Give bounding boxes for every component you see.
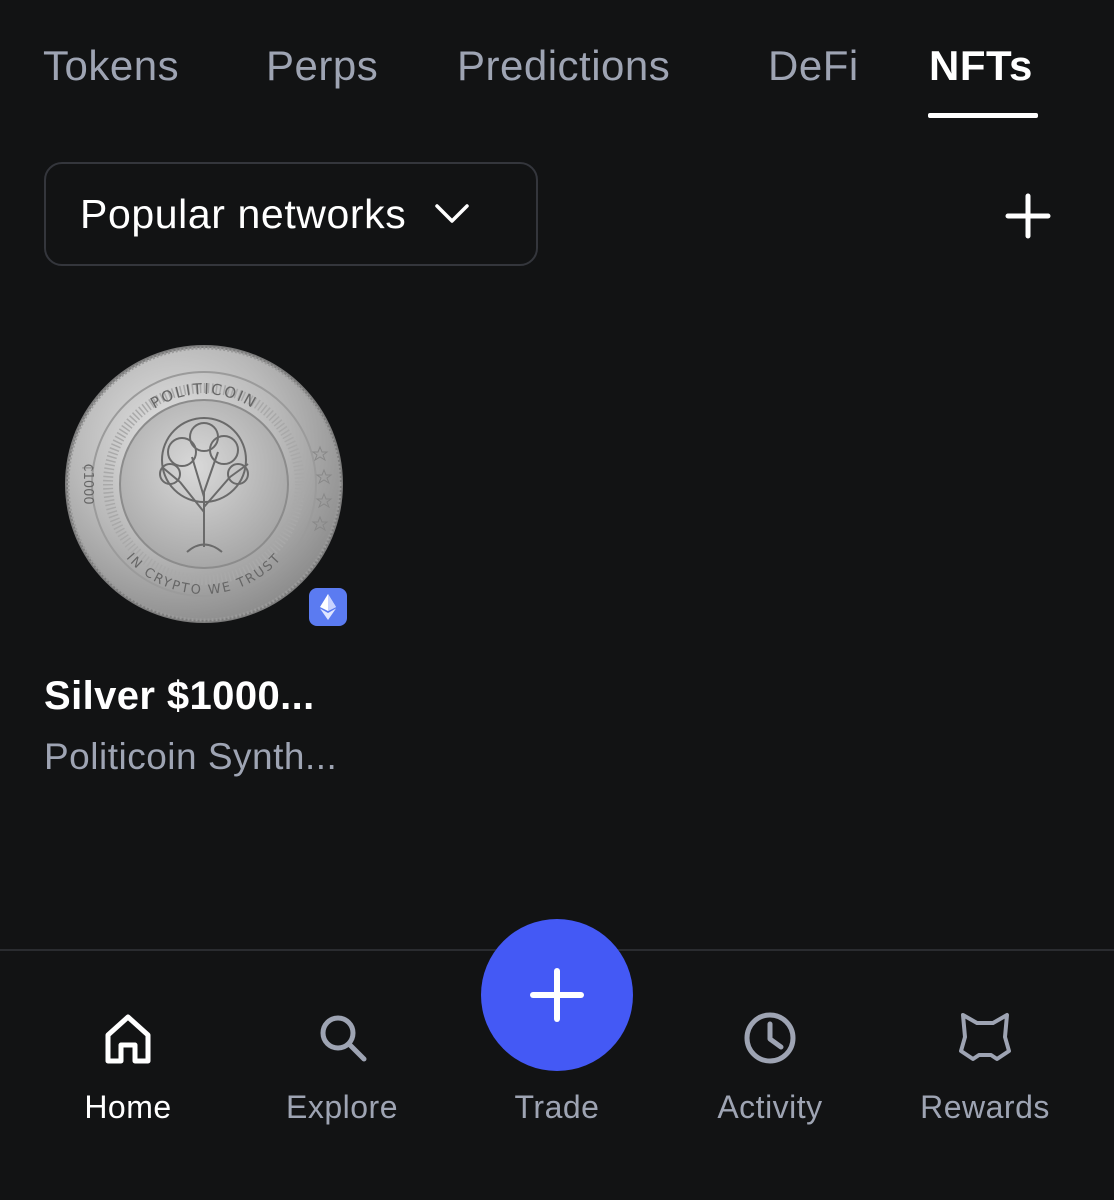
chevron-down-icon xyxy=(435,204,470,223)
tab-perps[interactable]: Perps xyxy=(266,38,378,94)
fox-icon xyxy=(959,1013,1011,1061)
nav-explore[interactable]: Explore xyxy=(242,1009,442,1139)
clock-icon xyxy=(744,1012,796,1064)
nav-home-label: Home xyxy=(84,1089,172,1125)
network-selector-label: Popular networks xyxy=(80,190,407,237)
plus-icon xyxy=(530,968,584,1022)
nav-rewards[interactable]: Rewards xyxy=(885,1009,1085,1139)
tab-defi[interactable]: DeFi xyxy=(768,38,859,94)
nav-rewards-label: Rewards xyxy=(920,1089,1050,1125)
ethereum-badge xyxy=(309,588,347,626)
svg-text:₵1000: ₵1000 xyxy=(80,463,95,504)
nav-explore-label: Explore xyxy=(286,1089,398,1125)
home-icon xyxy=(105,1014,151,1064)
nft-card[interactable]: POLITICOIN IN CRYPTO WE TRUST ₵1000 Silv… xyxy=(44,336,364,786)
tab-tokens[interactable]: Tokens xyxy=(43,38,179,94)
plus-icon xyxy=(1005,193,1051,239)
nav-trade-label: Trade xyxy=(514,1089,600,1125)
nfts-page: Tokens Perps Predictions DeFi NFTs Popul… xyxy=(0,0,1114,1200)
silver-coin-image: POLITICOIN IN CRYPTO WE TRUST ₵1000 xyxy=(62,342,346,626)
nav-home[interactable]: Home xyxy=(28,1009,228,1139)
active-tab-indicator xyxy=(928,113,1038,118)
nav-activity[interactable]: Activity xyxy=(670,1009,870,1139)
nft-name: Silver $1000... xyxy=(44,674,315,718)
network-selector[interactable]: Popular networks xyxy=(44,162,538,266)
asset-tabs: Tokens Perps Predictions DeFi NFTs xyxy=(0,0,1114,130)
trade-button[interactable] xyxy=(481,919,633,1071)
nav-activity-label: Activity xyxy=(717,1089,823,1125)
search-icon xyxy=(320,1015,367,1062)
tab-nfts[interactable]: NFTs xyxy=(929,38,1033,94)
tab-predictions[interactable]: Predictions xyxy=(457,38,670,94)
ethereum-icon xyxy=(320,594,336,620)
add-nft-button[interactable] xyxy=(998,186,1058,246)
nft-collection: Politicoin Synth... xyxy=(44,736,338,777)
